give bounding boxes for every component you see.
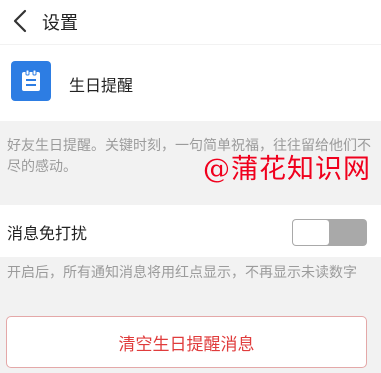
- chevron-left-icon: [13, 9, 27, 33]
- do-not-disturb-row: 消息免打扰: [0, 205, 381, 257]
- back-button[interactable]: [6, 6, 34, 36]
- toggle-knob: [293, 220, 329, 245]
- header-bar: 设置: [0, 0, 381, 44]
- feature-label: 生日提醒: [69, 76, 134, 95]
- page-title: 设置: [42, 13, 78, 34]
- do-not-disturb-label: 消息免打扰: [7, 224, 88, 243]
- do-not-disturb-hint: 开启后，所有通知消息将用红点显示，不再显示未读数字: [7, 265, 357, 281]
- feature-row-birthday-reminder[interactable]: 生日提醒: [0, 45, 381, 121]
- clear-birthday-messages-button[interactable]: 清空生日提醒消息: [6, 316, 367, 368]
- notepad-icon: [11, 61, 51, 101]
- do-not-disturb-toggle[interactable]: [292, 219, 367, 246]
- watermark-text: @蒲花知识网: [203, 154, 371, 185]
